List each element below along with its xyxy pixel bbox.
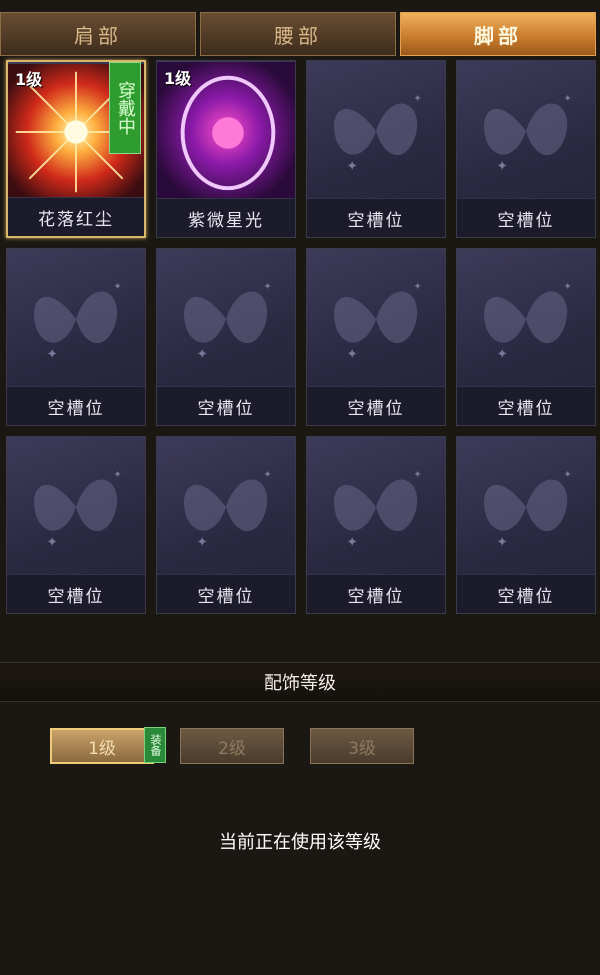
svg-text:✦: ✦ xyxy=(196,534,208,550)
status-text: 当前正在使用该等级 xyxy=(219,832,381,853)
slot-10[interactable]: ✦ ✦ 空槽位 xyxy=(156,436,296,614)
svg-text:✦: ✦ xyxy=(563,93,571,104)
slot-label: 空槽位 xyxy=(307,198,445,237)
svg-text:✦: ✦ xyxy=(496,158,508,174)
tab-feet[interactable]: 脚部 xyxy=(400,12,596,56)
level-label: 3级 xyxy=(348,738,376,759)
svg-text:✦: ✦ xyxy=(413,93,421,104)
slot-label: 空槽位 xyxy=(457,386,595,425)
svg-text:✦: ✦ xyxy=(563,469,571,480)
slot-label: 空槽位 xyxy=(157,386,295,425)
level-label: 2级 xyxy=(218,738,246,759)
slot-label: 空槽位 xyxy=(457,198,595,237)
slot-label: 花落红尘 xyxy=(8,197,144,236)
butterfly-icon: ✦✦ xyxy=(34,469,122,550)
slot-label: 空槽位 xyxy=(307,386,445,425)
slot-5[interactable]: ✦ ✦ 空槽位 xyxy=(6,248,146,426)
slot-8[interactable]: ✦ ✦ 空槽位 xyxy=(456,248,596,426)
slot-level: 1级 xyxy=(15,70,43,89)
butterfly-icon: ✦✦ xyxy=(334,93,422,174)
slot-2[interactable]: 1级 紫微星光 xyxy=(156,60,296,238)
slot-label: 空槽位 xyxy=(157,574,295,613)
tab-shoulder[interactable]: 肩部 xyxy=(0,12,196,56)
butterfly-icon: ✦✦ xyxy=(334,281,422,362)
slot-9[interactable]: ✦ ✦ 空槽位 xyxy=(6,436,146,614)
section-header: 配饰等级 xyxy=(0,662,600,702)
svg-text:✦: ✦ xyxy=(263,281,271,292)
worn-badge: 穿戴中 xyxy=(109,62,141,154)
slot-label: 空槽位 xyxy=(457,574,595,613)
accessory-tabs: 肩部 腰部 脚部 xyxy=(0,12,600,56)
slot-label: 紫微星光 xyxy=(157,198,295,237)
slot-label: 空槽位 xyxy=(7,574,145,613)
butterfly-icon: ✦✦ xyxy=(334,469,422,550)
equipped-tag: 装备 xyxy=(144,727,166,763)
svg-text:✦: ✦ xyxy=(413,281,421,292)
butterfly-icon: ✦✦ xyxy=(184,469,272,550)
svg-text:✦: ✦ xyxy=(346,346,358,362)
butterfly-icon: ✦✦ xyxy=(484,469,572,550)
level-1-button[interactable]: 1级 装备 xyxy=(50,727,166,764)
butterfly-icon: ✦✦ xyxy=(484,281,572,362)
butterfly-icon: ✦✦ xyxy=(34,281,122,362)
section-title: 配饰等级 xyxy=(264,673,336,694)
level-label: 1级 xyxy=(88,738,116,759)
tab-waist[interactable]: 腰部 xyxy=(200,12,396,56)
level-3-button[interactable]: 3级 xyxy=(310,728,414,764)
svg-text:✦: ✦ xyxy=(263,469,271,480)
svg-text:✦: ✦ xyxy=(113,469,121,480)
slot-label: 空槽位 xyxy=(7,386,145,425)
slot-3[interactable]: ✦ ✦ 空槽位 xyxy=(306,60,446,238)
svg-text:✦: ✦ xyxy=(113,281,121,292)
butterfly-icon: ✦✦ xyxy=(184,281,272,362)
svg-text:✦: ✦ xyxy=(496,346,508,362)
slot-11[interactable]: ✦ ✦ 空槽位 xyxy=(306,436,446,614)
svg-text:✦: ✦ xyxy=(563,281,571,292)
slot-12[interactable]: ✦ ✦ 空槽位 xyxy=(456,436,596,614)
svg-text:✦: ✦ xyxy=(346,158,358,174)
svg-text:✦: ✦ xyxy=(46,346,58,362)
slot-label: 空槽位 xyxy=(307,574,445,613)
level-2-button[interactable]: 2级 xyxy=(180,728,284,764)
svg-text:✦: ✦ xyxy=(496,534,508,550)
svg-text:✦: ✦ xyxy=(46,534,58,550)
slot-4[interactable]: ✦ ✦ 空槽位 xyxy=(456,60,596,238)
svg-text:✦: ✦ xyxy=(413,469,421,480)
slot-6[interactable]: ✦ ✦ 空槽位 xyxy=(156,248,296,426)
svg-text:✦: ✦ xyxy=(346,534,358,550)
slot-7[interactable]: ✦ ✦ 空槽位 xyxy=(306,248,446,426)
slot-1[interactable]: 1级 穿戴中 花落红尘 xyxy=(6,60,146,238)
butterfly-icon: ✦✦ xyxy=(484,93,572,174)
svg-text:✦: ✦ xyxy=(196,346,208,362)
slot-level: 1级 xyxy=(164,69,192,88)
